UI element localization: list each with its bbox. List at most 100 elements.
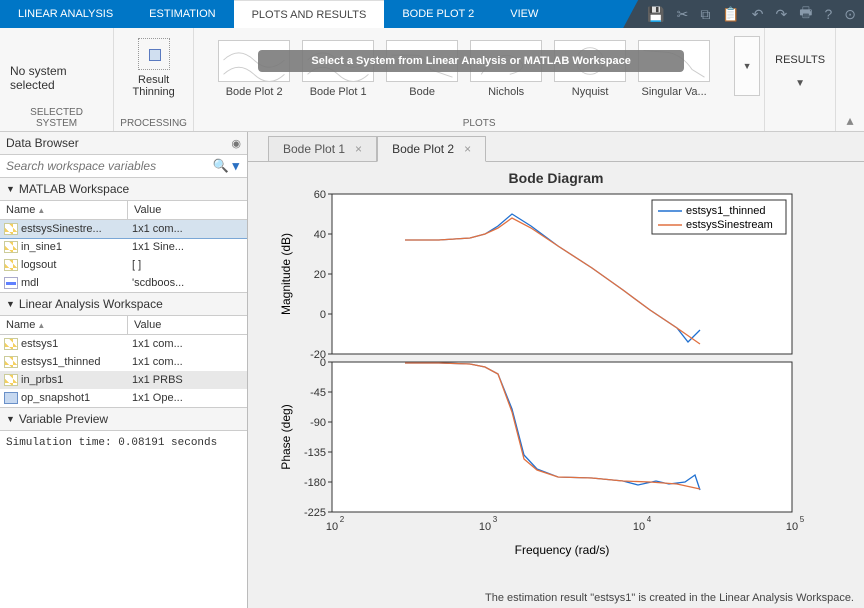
result-thinning-icon xyxy=(138,38,170,70)
matlab-workspace-body[interactable]: estsysSinestre...1x1 com... in_sine11x1 … xyxy=(0,220,247,292)
matlab-workspace-header[interactable]: ▼MATLAB Workspace xyxy=(0,178,247,201)
svg-text:Phase (deg): Phase (deg) xyxy=(279,404,293,469)
plot-thumb-singular[interactable]: Singular Va... xyxy=(634,40,714,98)
tab-view[interactable]: VIEW xyxy=(492,0,556,28)
plot-gallery: Bode Plot 2 Bode Plot 1 Bode Nichols Nyq… xyxy=(204,34,754,100)
plot-gallery-dropdown[interactable]: ▼ xyxy=(734,36,760,96)
svg-text:10: 10 xyxy=(326,521,338,533)
status-bar: The estimation result "estsys1" is creat… xyxy=(248,588,864,608)
svg-text:Frequency (rad/s): Frequency (rad/s) xyxy=(515,543,610,557)
col-name[interactable]: Name▲ xyxy=(0,201,128,219)
selected-system-group-label: SELECTED SYSTEM xyxy=(10,105,103,129)
svg-text:estsys1_thinned: estsys1_thinned xyxy=(686,205,766,217)
svg-text:4: 4 xyxy=(647,515,652,524)
svg-text:-90: -90 xyxy=(310,417,326,429)
table-row[interactable]: logsout[ ] xyxy=(0,256,247,274)
svg-text:60: 60 xyxy=(314,190,326,201)
pin-icon[interactable]: ◉ xyxy=(231,137,241,150)
ribbon-plots: Bode Plot 2 Bode Plot 1 Bode Nichols Nyq… xyxy=(194,28,765,131)
cut-icon[interactable]: ✂ xyxy=(677,6,689,23)
plot-canvas: Bode Diagram 60 40 20 0 -20 xyxy=(248,161,864,588)
save-icon[interactable]: 💾 xyxy=(647,6,664,23)
svg-text:-225: -225 xyxy=(304,507,326,519)
variable-preview-body: Simulation time: 0.08191 seconds xyxy=(0,431,247,608)
plot-area: Bode Plot 1× Bode Plot 2× Bode Diagram 6… xyxy=(248,132,864,608)
tab-linear-analysis[interactable]: LINEAR ANALYSIS xyxy=(0,0,131,28)
close-icon[interactable]: × xyxy=(355,142,362,156)
svg-text:-135: -135 xyxy=(304,447,326,459)
main-area: Data Browser ◉ 🔍 ▾ ▼MATLAB Workspace Nam… xyxy=(0,132,864,608)
table-row[interactable]: op_snapshot11x1 Ope... xyxy=(0,389,247,407)
table-row[interactable]: mdl'scdboos... xyxy=(0,274,247,292)
signal-icon xyxy=(4,277,18,289)
ribbon-processing: Result Thinning PROCESSING xyxy=(114,28,194,131)
linear-analysis-workspace-header[interactable]: ▼Linear Analysis Workspace xyxy=(0,293,247,316)
menu-icon[interactable]: ⊙ xyxy=(844,6,856,23)
result-thinning-button[interactable]: Result Thinning xyxy=(129,34,179,102)
ribbon: No system selected SELECTED SYSTEM Resul… xyxy=(0,28,864,132)
help-icon[interactable]: ? xyxy=(824,6,832,22)
data-browser-header: Data Browser ◉ xyxy=(0,132,247,155)
struct-icon xyxy=(4,241,18,253)
struct-icon xyxy=(4,223,18,235)
plot-title: Bode Diagram xyxy=(248,162,864,190)
doc-tab-bode-1[interactable]: Bode Plot 1× xyxy=(268,136,377,161)
copy-icon[interactable]: ⧉ xyxy=(700,6,710,23)
selected-system-text: No system selected xyxy=(10,64,103,92)
table-row[interactable]: estsys11x1 com... xyxy=(0,335,247,353)
svg-text:estsysSinestream: estsysSinestream xyxy=(686,219,773,231)
redo-icon[interactable]: ↷ xyxy=(776,6,788,23)
search-icon[interactable]: 🔍 ▾ xyxy=(205,158,247,174)
results-button[interactable]: RESULTS ▼ xyxy=(775,54,825,89)
print-icon[interactable]: 🖶 xyxy=(799,2,812,26)
plot-thumb-bode-plot-1[interactable]: Bode Plot 1 xyxy=(298,40,378,98)
svg-text:Magnitude (dB): Magnitude (dB) xyxy=(279,233,293,315)
bode-chart: 60 40 20 0 -20 Magnitude (dB) estsys1_th… xyxy=(268,190,838,560)
table-row[interactable]: in_prbs11x1 PRBS xyxy=(0,371,247,389)
svg-text:20: 20 xyxy=(314,269,326,281)
col-name[interactable]: Name▲ xyxy=(0,316,128,334)
linear-analysis-workspace-table: Name▲ Value estsys11x1 com... estsys1_th… xyxy=(0,316,247,408)
svg-text:10: 10 xyxy=(633,521,645,533)
svg-text:40: 40 xyxy=(314,229,326,241)
struct-icon xyxy=(4,374,18,386)
col-value[interactable]: Value xyxy=(128,316,247,334)
tab-bode-plot-2[interactable]: BODE PLOT 2 xyxy=(384,0,492,28)
svg-text:10: 10 xyxy=(479,521,491,533)
quick-toolbar: 💾 ✂ ⧉ 📋 ↶ ↷ 🖶 ? ⊙ xyxy=(623,0,864,28)
search-row: 🔍 ▾ xyxy=(0,155,247,178)
search-input[interactable] xyxy=(0,155,205,177)
plot-thumb-nyquist[interactable]: Nyquist xyxy=(550,40,630,98)
svg-text:-45: -45 xyxy=(310,387,326,399)
top-tab-bar: LINEAR ANALYSIS ESTIMATION PLOTS AND RES… xyxy=(0,0,864,28)
table-row[interactable]: estsys1_thinned1x1 com... xyxy=(0,353,247,371)
svg-text:10: 10 xyxy=(786,521,798,533)
tab-plots-and-results[interactable]: PLOTS AND RESULTS xyxy=(234,0,385,28)
table-row[interactable]: estsysSinestre...1x1 com... xyxy=(0,220,247,238)
paste-icon[interactable]: 📋 xyxy=(722,6,739,23)
legend: estsys1_thinned estsysSinestream xyxy=(652,200,786,234)
document-tabs: Bode Plot 1× Bode Plot 2× xyxy=(248,132,864,161)
doc-tab-bode-2[interactable]: Bode Plot 2× xyxy=(377,136,486,162)
close-icon[interactable]: × xyxy=(464,142,471,156)
struct-icon xyxy=(4,338,18,350)
plot-thumb-nichols[interactable]: Nichols xyxy=(466,40,546,98)
plot-thumb-bode[interactable]: Bode xyxy=(382,40,462,98)
variable-preview-header[interactable]: ▼Variable Preview xyxy=(0,408,247,431)
svg-text:0: 0 xyxy=(320,309,326,321)
result-thinning-label: Result Thinning xyxy=(133,74,175,98)
linear-analysis-workspace-body[interactable]: estsys11x1 com... estsys1_thinned1x1 com… xyxy=(0,335,247,407)
op-icon xyxy=(4,392,18,404)
ribbon-collapse[interactable]: ▴ xyxy=(836,28,864,131)
matlab-workspace-table: Name▲ Value estsysSinestre...1x1 com... … xyxy=(0,201,247,293)
plot-thumb-bode-plot-2[interactable]: Bode Plot 2 xyxy=(214,40,294,98)
col-value[interactable]: Value xyxy=(128,201,247,219)
struct-icon xyxy=(4,259,18,271)
table-row[interactable]: in_sine11x1 Sine... xyxy=(0,238,247,256)
svg-text:-180: -180 xyxy=(304,477,326,489)
svg-text:2: 2 xyxy=(340,515,345,524)
tab-estimation[interactable]: ESTIMATION xyxy=(131,0,233,28)
svg-text:0: 0 xyxy=(320,357,326,369)
undo-icon[interactable]: ↶ xyxy=(752,6,764,23)
ribbon-selected-system: No system selected SELECTED SYSTEM xyxy=(0,28,114,131)
